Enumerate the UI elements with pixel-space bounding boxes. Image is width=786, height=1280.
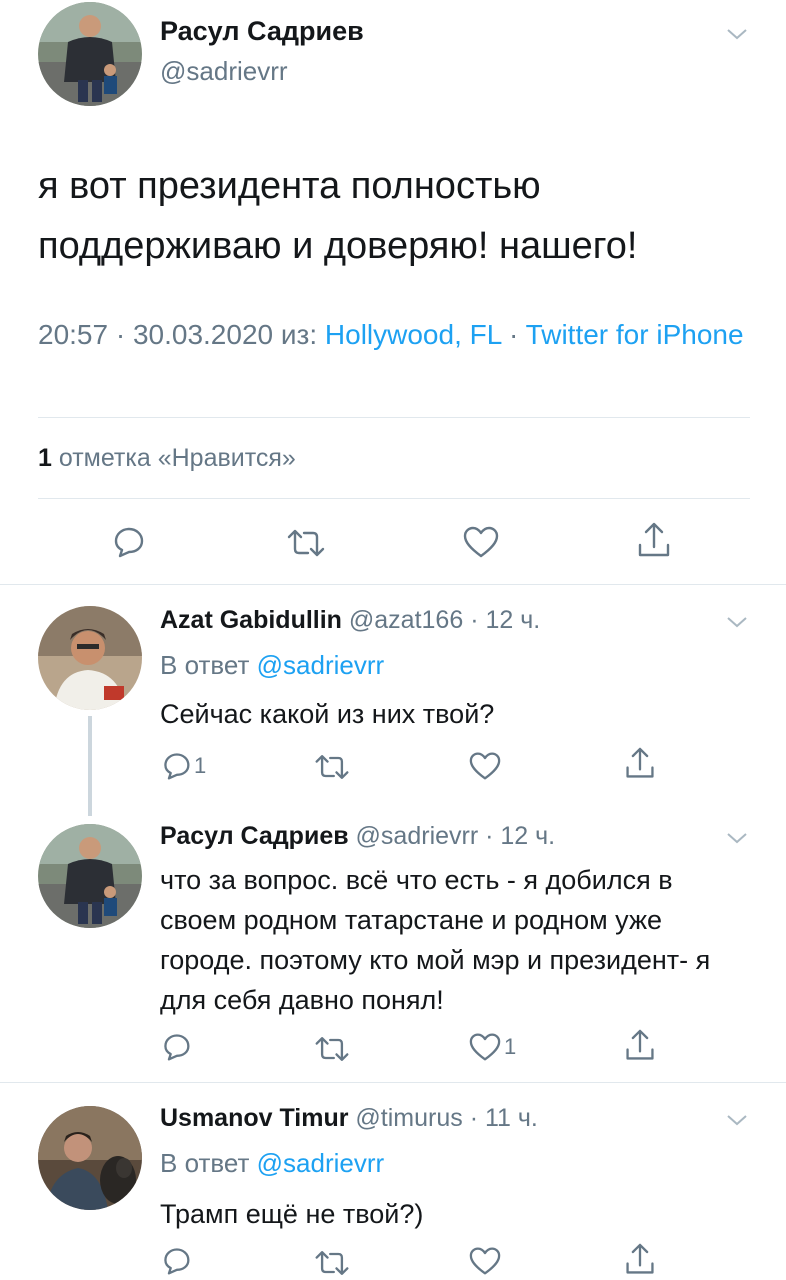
chevron-down-icon[interactable] [724,24,750,44]
retweet-button[interactable] [286,527,326,559]
retweet-button[interactable] [314,1034,350,1064]
reply-bubble-icon [164,1034,190,1061]
reply-context: В ответ @sadrievrr [160,1148,384,1179]
reply-button[interactable] [160,1032,194,1062]
reply-handle-time[interactable]: @timurus · 11 ч. [348,1104,537,1132]
tweet-text: я вот президента полностью поддерживаю и… [38,165,638,267]
reply-header: Azat Gabidullin @azat166 · 12 ч. [160,606,540,635]
thread-connector [88,716,92,816]
heart-icon [469,1247,501,1275]
reply-header: Usmanov Timur @timurus · 11 ч. [160,1104,538,1133]
meta-separator: · [501,319,526,350]
retweet-icon [315,1037,349,1061]
heart-icon [469,752,501,780]
author-avatar[interactable] [38,2,142,106]
reply-context: В ответ @sadrievrr [160,650,384,681]
reply-text: что за вопрос. всё что есть - я добился … [160,865,711,1015]
reply-count: 1 [194,753,207,778]
tweet-location-link[interactable]: Hollywood, FL [325,319,501,350]
reply-author-name[interactable]: Usmanov Timur [160,1104,348,1132]
reply-bubble-icon [164,753,190,780]
divider [38,498,750,499]
reply-avatar[interactable] [38,1106,142,1210]
retweet-icon [315,1251,349,1275]
author-name[interactable]: Расул Садриев [160,16,364,47]
share-button[interactable] [624,1242,656,1278]
likes-count: 1 [38,444,52,472]
reply-button[interactable] [110,525,146,559]
heart-icon [463,526,499,558]
likes-summary[interactable]: 1 отметка «Нравится» [38,444,296,473]
reply-to-link[interactable]: @sadrievrr [257,650,385,680]
like-button[interactable] [468,751,504,781]
share-icon [626,747,654,778]
retweet-button[interactable] [314,1248,350,1278]
chevron-down-icon[interactable] [724,1110,750,1130]
like-button[interactable] [462,525,500,559]
retweet-icon [315,755,349,779]
chevron-down-icon[interactable] [724,612,750,632]
reply-text: Сейчас какой из них твой? [160,699,495,729]
share-icon [626,1243,654,1274]
section-divider [0,584,786,585]
like-count: 1 [504,1034,517,1059]
reply-prefix: В ответ [160,650,257,680]
reply-header: Расул Садриев @sadrievrr · 12 ч. [160,822,555,851]
section-divider [0,1082,786,1083]
likes-label: отметка «Нравится» [51,444,296,472]
reply-handle-time[interactable]: @azat166 · 12 ч. [342,606,540,634]
author-handle[interactable]: @sadrievrr [160,56,288,87]
reply-author-name[interactable]: Azat Gabidullin [160,606,342,634]
reply-handle-time[interactable]: @sadrievrr · 12 ч. [349,822,556,850]
share-icon [638,522,670,557]
reply-button[interactable] [160,1246,194,1276]
retweet-icon [287,529,325,557]
tweet-client-link[interactable]: Twitter for iPhone [526,319,744,350]
tweet-timestamp[interactable]: 20:57 · 30.03.2020 из: [38,319,325,350]
reply-to-link[interactable]: @sadrievrr [257,1148,385,1178]
divider [38,417,750,418]
retweet-button[interactable] [314,752,350,782]
reply-author-name[interactable]: Расул Садриев [160,822,349,850]
reply-prefix: В ответ [160,1148,257,1178]
reply-bubble-icon [164,1248,190,1275]
reply-bubble-icon [114,527,144,558]
like-button[interactable]: 1 [468,1032,516,1062]
tweet-meta: 20:57 · 30.03.2020 из: Hollywood, FL · T… [38,315,750,355]
share-button[interactable] [624,746,656,782]
reply-avatar[interactable] [38,824,142,928]
like-button[interactable] [468,1246,504,1276]
share-icon [626,1029,654,1060]
reply-text: Трамп ещё не твой?) [160,1199,424,1229]
heart-icon [469,1033,501,1061]
reply-button[interactable]: 1 [160,751,206,781]
reply-avatar[interactable] [38,606,142,710]
share-button[interactable] [636,521,672,561]
chevron-down-icon[interactable] [724,828,750,848]
share-button[interactable] [624,1028,656,1064]
